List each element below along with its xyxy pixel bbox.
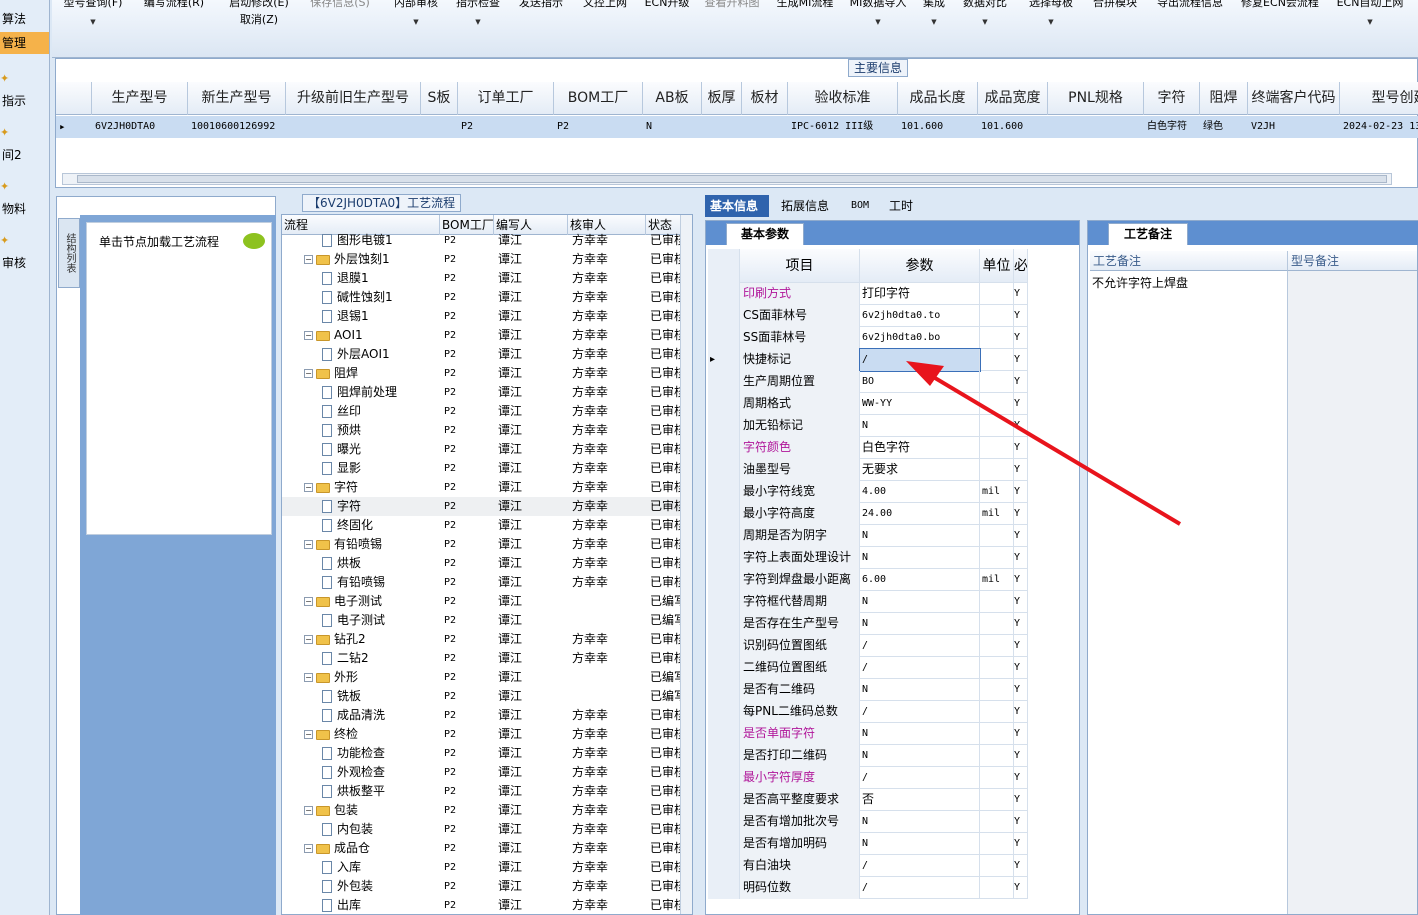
red-arrow-annotation	[906, 361, 1182, 526]
arrow-shaft	[928, 373, 1182, 526]
tab-2[interactable]: 拓展信息	[781, 195, 829, 217]
tab-4[interactable]: 工时	[889, 195, 913, 217]
tab-1[interactable]: 基本信息	[710, 195, 758, 217]
tab-3[interactable]: BOM	[851, 195, 869, 217]
